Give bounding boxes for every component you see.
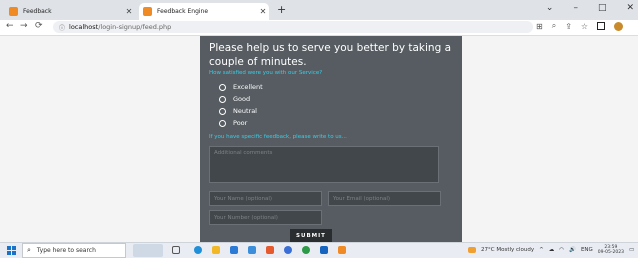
search-highlight-image[interactable] bbox=[133, 244, 163, 257]
radio-circle-icon[interactable] bbox=[219, 107, 226, 115]
zoom-icon[interactable]: ⌕ bbox=[552, 21, 556, 31]
file-explorer-icon[interactable] bbox=[212, 246, 220, 254]
satisfaction-question: How satisfied were you with our Service? bbox=[209, 70, 323, 76]
radio-circle-icon[interactable] bbox=[219, 119, 226, 127]
browser-tab-strip: Feedback ✕ Feedback Engine ✕ + ⌄ – □ ✕ bbox=[0, 0, 638, 20]
site-favicon-icon bbox=[9, 7, 18, 16]
radio-excellent[interactable]: Excellent bbox=[219, 83, 263, 91]
taskbar-search-placeholder: Type here to search bbox=[36, 247, 96, 254]
tab-label: Feedback bbox=[23, 8, 52, 15]
name-field[interactable]: Your Name (optional) bbox=[209, 191, 322, 206]
url-host: localhost bbox=[69, 23, 99, 31]
number-field[interactable]: Your Number (optional) bbox=[209, 210, 322, 225]
tab-search-icon[interactable]: ⌄ bbox=[546, 3, 554, 13]
site-favicon-icon bbox=[143, 7, 152, 16]
search-icon: ⌕ bbox=[27, 246, 31, 254]
close-tab-icon[interactable]: ✕ bbox=[123, 7, 135, 16]
radio-circle-icon[interactable] bbox=[219, 95, 226, 103]
radio-label: Excellent bbox=[233, 83, 263, 91]
store-icon[interactable] bbox=[230, 246, 238, 254]
notifications-icon[interactable]: ▭ bbox=[629, 247, 634, 253]
office-icon[interactable] bbox=[266, 246, 274, 254]
tab-feedback[interactable]: Feedback ✕ bbox=[5, 3, 135, 20]
address-bar[interactable]: ⓘ localhost /login-signup/feed.php bbox=[53, 21, 533, 33]
wifi-icon[interactable]: ◠ bbox=[559, 247, 564, 253]
system-tray: 27°C Mostly cloudy ^ ☁ ◠ 🔊 ENG 23:59 09-… bbox=[468, 245, 634, 255]
close-tab-icon[interactable]: ✕ bbox=[257, 7, 269, 16]
maximize-button[interactable]: □ bbox=[598, 3, 607, 13]
page-content: Please help us to serve you better by ta… bbox=[0, 36, 638, 242]
radio-neutral[interactable]: Neutral bbox=[219, 107, 257, 115]
language-indicator[interactable]: ENG bbox=[581, 247, 593, 253]
feedback-prompt: If you have specific feedback, please wr… bbox=[209, 134, 347, 140]
radio-circle-icon[interactable] bbox=[219, 83, 226, 91]
clock[interactable]: 23:59 09-05-2023 bbox=[598, 245, 624, 255]
mail-icon[interactable] bbox=[248, 246, 256, 254]
volume-icon[interactable]: 🔊 bbox=[569, 247, 576, 253]
vscode-icon[interactable] bbox=[320, 246, 328, 254]
tab-feedback-engine[interactable]: Feedback Engine ✕ bbox=[139, 3, 269, 20]
radio-label: Neutral bbox=[233, 107, 257, 115]
url-path: /login-signup/feed.php bbox=[98, 23, 172, 31]
radio-poor[interactable]: Poor bbox=[219, 119, 247, 127]
profile-avatar[interactable] bbox=[614, 21, 624, 31]
chrome-icon[interactable] bbox=[284, 246, 292, 254]
minimize-button[interactable]: – bbox=[573, 3, 578, 13]
feedback-form: Please help us to serve you better by ta… bbox=[200, 36, 462, 242]
close-window-button[interactable]: ✕ bbox=[626, 3, 634, 13]
radio-good[interactable]: Good bbox=[219, 95, 250, 103]
weather-icon[interactable] bbox=[468, 247, 476, 253]
email-field[interactable]: Your Email (optional) bbox=[328, 191, 441, 206]
app-icon[interactable] bbox=[302, 246, 310, 254]
site-info-icon[interactable]: ⓘ bbox=[59, 23, 65, 32]
window-controls: ⌄ – □ ✕ bbox=[546, 3, 634, 13]
form-heading: Please help us to serve you better by ta… bbox=[209, 42, 452, 68]
xampp-icon[interactable] bbox=[338, 246, 346, 254]
comments-textarea[interactable]: Additional comments bbox=[209, 146, 439, 183]
address-toolbar: ← → ⟳ ⓘ localhost /login-signup/feed.php… bbox=[0, 20, 638, 36]
new-tab-button[interactable]: + bbox=[277, 3, 286, 16]
forward-icon[interactable]: → bbox=[20, 21, 28, 31]
share-icon[interactable]: ⇪ bbox=[565, 22, 572, 31]
windows-start-icon[interactable] bbox=[7, 246, 16, 255]
tab-label: Feedback Engine bbox=[157, 8, 209, 15]
toolbar-icons: ⊞ ⌕ ⇪ ☆ bbox=[536, 21, 624, 31]
clock-date: 09-05-2023 bbox=[597, 250, 624, 255]
tray-chevron-icon[interactable]: ^ bbox=[539, 247, 544, 253]
sidebar-icon[interactable] bbox=[597, 22, 606, 30]
task-view-icon[interactable] bbox=[172, 246, 180, 254]
taskbar-search[interactable]: ⌕ Type here to search bbox=[22, 243, 126, 258]
bookmark-star-icon[interactable]: ☆ bbox=[581, 22, 588, 31]
translate-icon[interactable]: ⊞ bbox=[536, 22, 543, 31]
edge-browser-icon[interactable] bbox=[194, 246, 202, 254]
reload-icon[interactable]: ⟳ bbox=[35, 21, 43, 31]
weather-text[interactable]: 27°C Mostly cloudy bbox=[481, 247, 534, 253]
radio-label: Poor bbox=[233, 119, 248, 127]
cloud-icon[interactable]: ☁ bbox=[549, 247, 555, 253]
back-icon[interactable]: ← bbox=[6, 21, 14, 31]
submit-button[interactable]: SUBMIT bbox=[290, 229, 332, 242]
taskbar: ⌕ Type here to search 27°C Mostly cloudy… bbox=[0, 242, 638, 258]
radio-label: Good bbox=[233, 95, 251, 103]
